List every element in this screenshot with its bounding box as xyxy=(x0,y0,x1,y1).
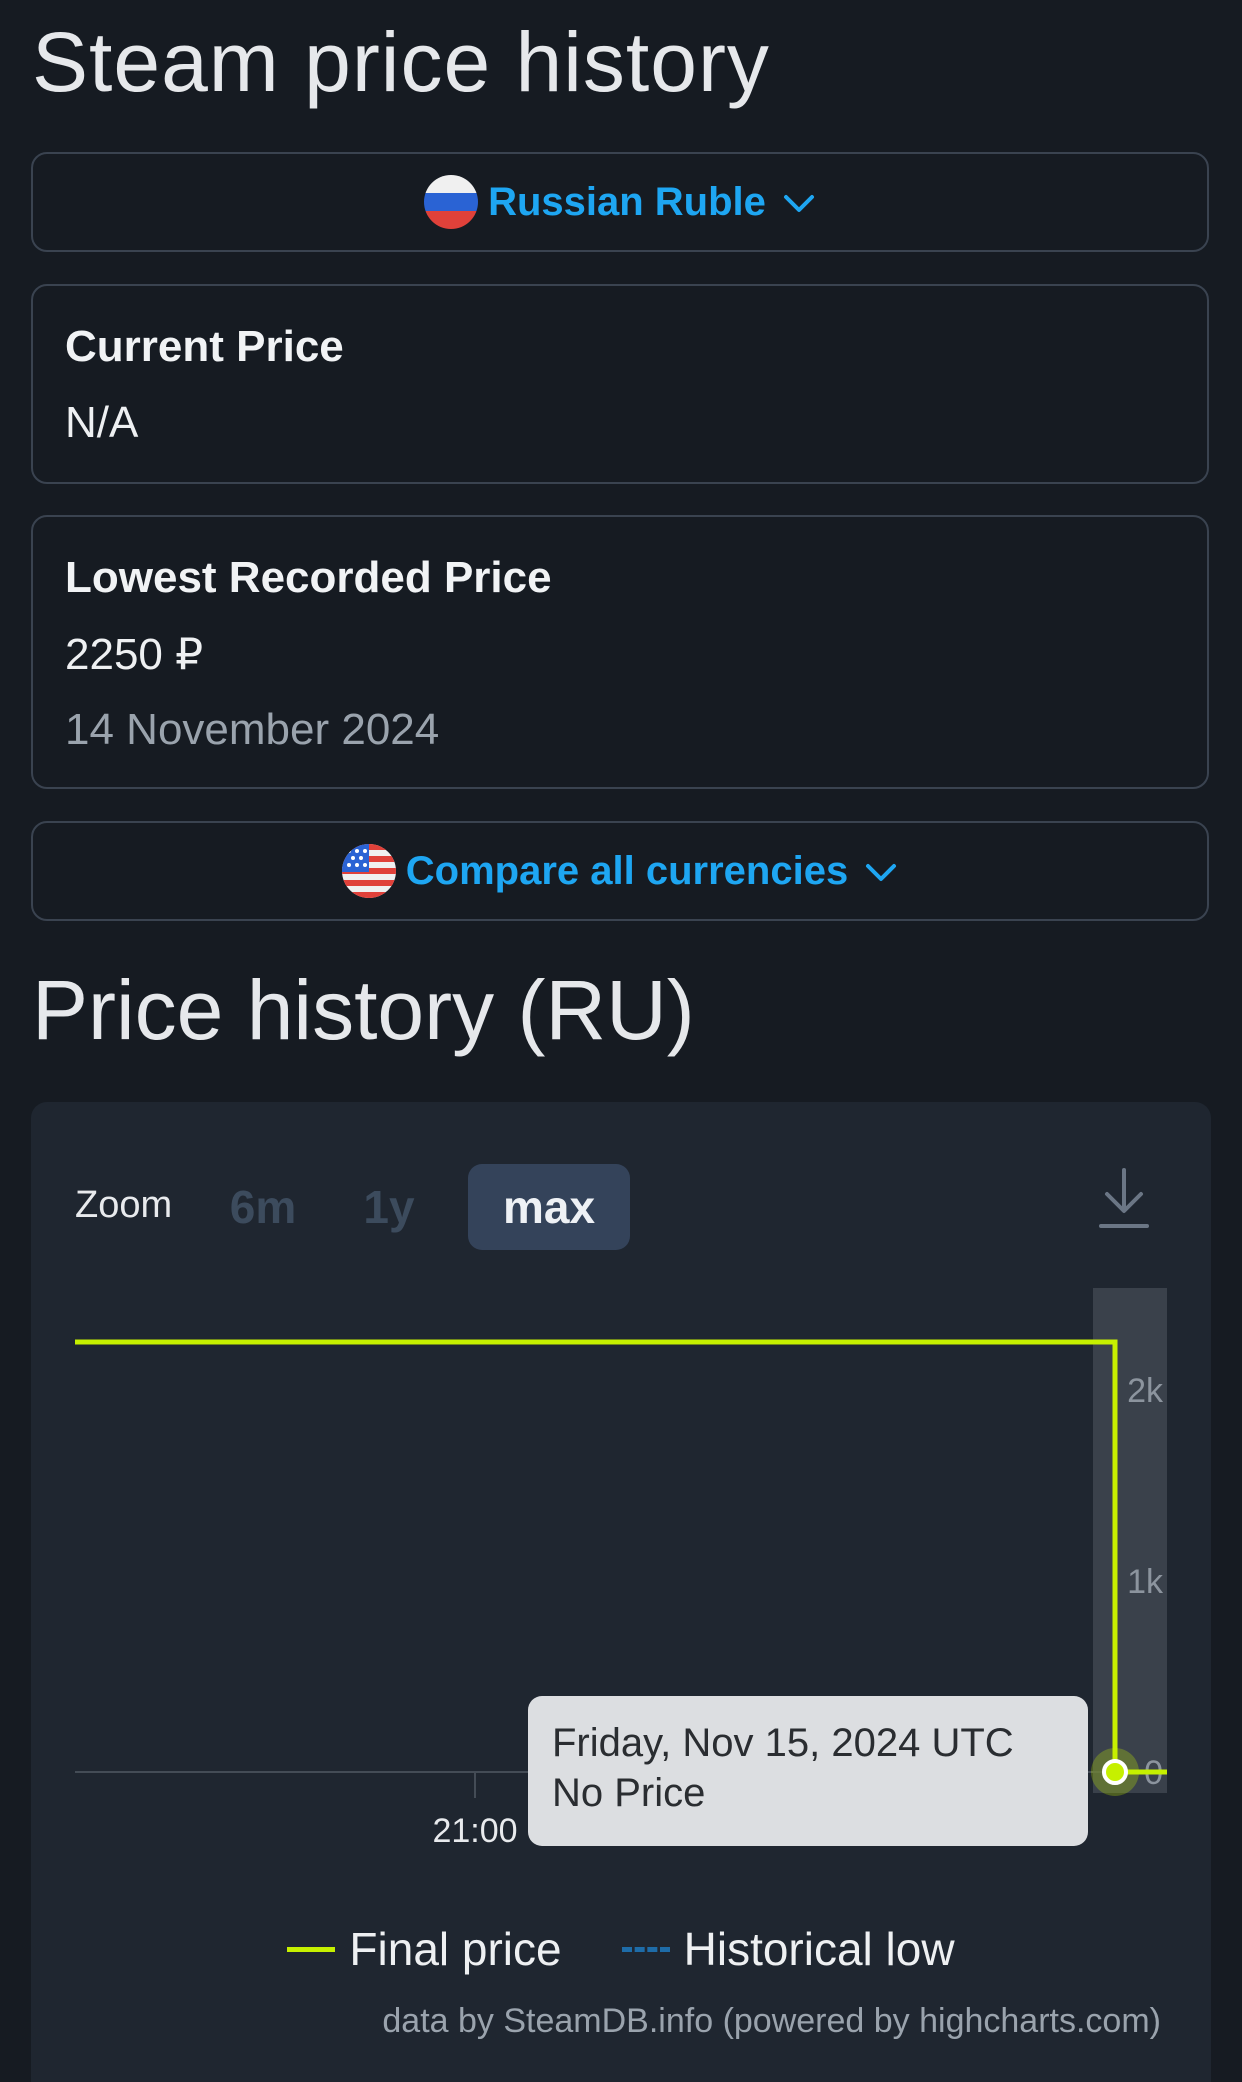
current-price-title: Current Price xyxy=(65,322,344,371)
chart-tooltip: Friday, Nov 15, 2024 UTC No Price xyxy=(528,1696,1088,1846)
final-price-legend-swatch xyxy=(287,1946,336,1952)
lowest-price-card: Lowest Recorded Price 2250 ₽ 14 November… xyxy=(31,515,1209,789)
chevron-down-icon xyxy=(782,180,816,225)
legend-item-historical-low[interactable]: Historical low xyxy=(621,1922,955,1976)
tooltip-value: No Price xyxy=(552,1771,706,1815)
tooltip-date: Friday, Nov 15, 2024 UTC xyxy=(552,1721,1014,1765)
usa-flag-icon xyxy=(341,844,396,898)
page-title: Steam price history xyxy=(32,15,770,109)
x-tick-label: 21:00 xyxy=(432,1812,517,1850)
hover-point-marker xyxy=(1102,1759,1128,1785)
chevron-down-icon xyxy=(864,849,898,894)
lowest-price-title: Lowest Recorded Price xyxy=(65,553,552,602)
legend-label-historical-low: Historical low xyxy=(683,1923,955,1975)
chart-credit[interactable]: data by SteamDB.info (powered by highcha… xyxy=(382,2002,1161,2041)
y-tick-label: 2k xyxy=(1127,1372,1164,1410)
navigator-band xyxy=(1093,1288,1167,1793)
lowest-price-date: 14 November 2024 xyxy=(65,705,440,754)
historical-low-legend-swatch xyxy=(621,1946,670,1952)
lowest-price-value: 2250 ₽ xyxy=(65,630,204,679)
y-tick-label: 1k xyxy=(1127,1563,1164,1601)
compare-currencies-button[interactable]: Compare all currencies xyxy=(31,821,1209,921)
compare-currencies-label: Compare all currencies xyxy=(405,848,849,893)
russia-flag-icon xyxy=(424,175,479,229)
chart-legend: Final price Historical low xyxy=(31,1922,1211,1976)
legend-item-final-price[interactable]: Final price xyxy=(287,1922,562,1976)
currency-selector-button[interactable]: Russian Ruble xyxy=(31,152,1209,252)
legend-label-final-price: Final price xyxy=(349,1923,562,1975)
current-price-value: N/A xyxy=(65,398,139,447)
currency-selector-label: Russian Ruble xyxy=(488,179,766,224)
current-price-card: Current Price N/A xyxy=(31,284,1209,484)
price-chart-panel: Zoom 6m 1y max 21:0015 Nov03:00 01k2k Fr… xyxy=(31,1102,1211,2082)
price-history-title: Price history (RU) xyxy=(32,963,695,1057)
